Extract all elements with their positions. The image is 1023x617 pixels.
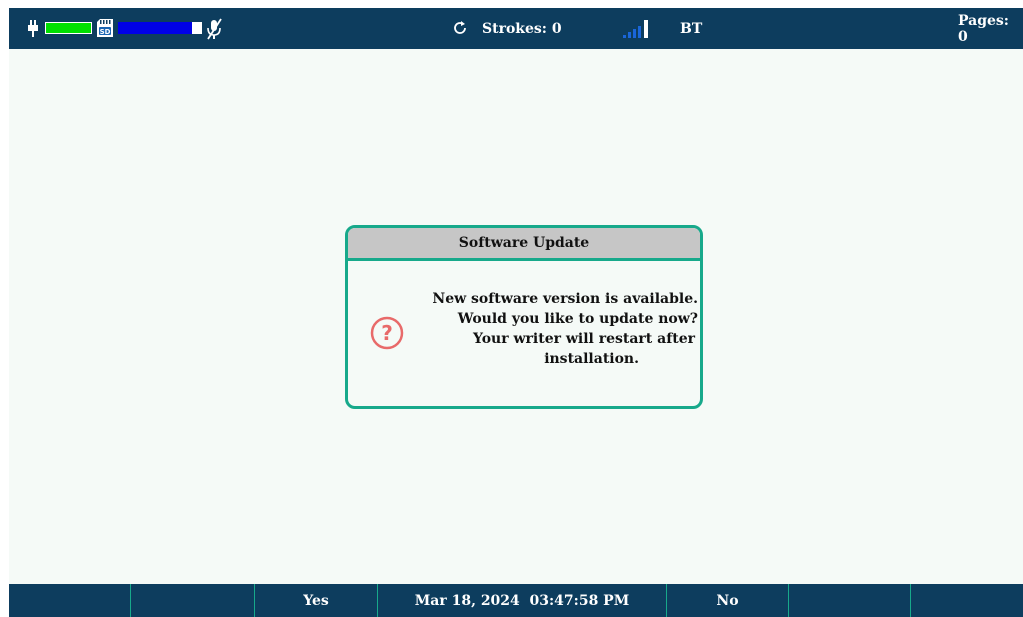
screen: SD Strokes: 0 BT Pages: 0 Software Updat…	[9, 8, 1023, 617]
dialog-message-line: New software version is available.	[432, 291, 698, 307]
pages-counter: Pages: 0	[958, 12, 1009, 45]
storage-level-bar	[118, 22, 202, 34]
dialog-message: New software version is available. Would…	[408, 289, 698, 369]
signal-strength-icon	[623, 20, 648, 38]
status-bar: SD Strokes: 0 BT Pages: 0	[9, 8, 1023, 49]
softkey-bar: Yes Mar 18, 2024 03:47:58 PM No	[9, 584, 1023, 617]
software-update-dialog: Software Update ? New software version i…	[345, 225, 703, 409]
sync-icon	[454, 21, 466, 34]
sd-card-icon: SD	[97, 19, 113, 37]
softkey-7[interactable]	[911, 584, 1023, 617]
dialog-message-line: Your writer will restart after	[472, 331, 695, 347]
softkey-1[interactable]	[9, 584, 130, 617]
storage-level-fill	[118, 22, 192, 34]
microphone-off-icon	[207, 18, 222, 40]
dialog-message-line: Would you like to update now?	[457, 311, 698, 327]
yes-button[interactable]: Yes	[255, 584, 377, 617]
svg-text:SD: SD	[100, 28, 111, 36]
no-button[interactable]: No	[667, 584, 788, 617]
date-time: Mar 18, 2024 03:47:58 PM	[414, 592, 630, 609]
dialog-title: Software Update	[348, 228, 700, 261]
softkey-2[interactable]	[131, 584, 254, 617]
bluetooth-label: BT	[680, 20, 703, 37]
dialog-message-line: installation.	[544, 351, 639, 367]
strokes-counter: Strokes: 0	[482, 20, 562, 37]
softkey-6[interactable]	[789, 584, 910, 617]
power-plug-icon	[28, 20, 38, 37]
question-icon: ?	[370, 316, 404, 350]
svg-text:?: ?	[381, 321, 393, 345]
battery-level-bar	[45, 22, 92, 34]
